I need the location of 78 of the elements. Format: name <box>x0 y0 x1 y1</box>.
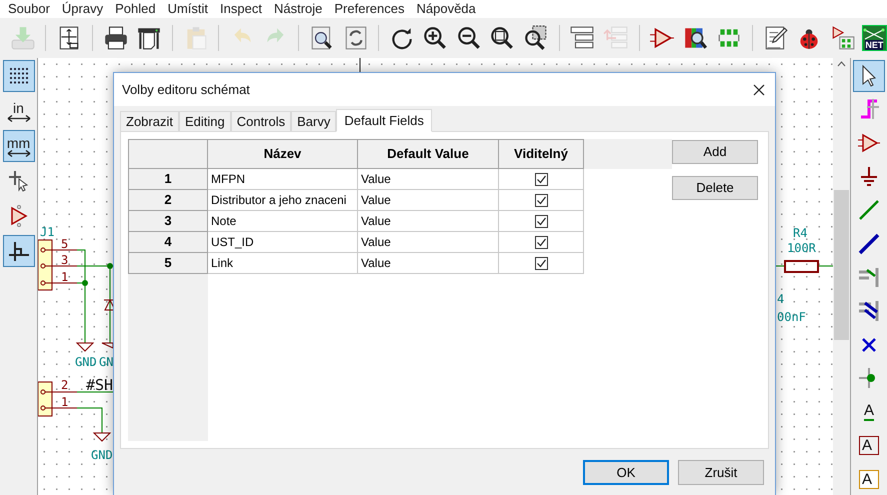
zoom-selection-icon[interactable] <box>522 25 549 51</box>
dialog-button[interactable]: OK <box>583 460 669 485</box>
edit-document-icon[interactable] <box>762 25 789 51</box>
reference-label: R4 <box>793 226 808 240</box>
reference-label: GND <box>91 448 113 462</box>
dialog-title: Volby editoru schémat <box>122 80 250 99</box>
row-header[interactable]: 3 <box>128 211 208 232</box>
printer-icon[interactable] <box>102 25 129 51</box>
zoom-fit-icon[interactable] <box>489 25 516 51</box>
cursor-icon[interactable] <box>853 60 885 92</box>
net-label: #SH <box>86 376 114 394</box>
tab[interactable]: Zobrazit <box>120 111 179 131</box>
table-cell: Distributor a jeho znaceni <box>208 190 358 211</box>
dialog-button[interactable]: Zrušit <box>678 460 764 485</box>
reference-label: 4 <box>777 292 784 306</box>
table-cell: UST_ID <box>208 232 358 253</box>
tab[interactable]: Barvy <box>291 111 336 131</box>
table-cell: Value <box>358 253 499 274</box>
mm-units-icon[interactable]: mm <box>2 130 34 162</box>
reference-label: 00nF <box>777 310 806 324</box>
connector-symbol <box>38 240 78 290</box>
pin-number: 3 <box>61 253 68 267</box>
grid-icon[interactable] <box>2 60 34 92</box>
reference-label: GND <box>75 355 97 369</box>
tab[interactable]: Editing <box>178 111 231 131</box>
menu-item[interactable]: Inspect <box>214 0 268 19</box>
menu-item[interactable]: Soubor <box>2 0 56 19</box>
checkbox[interactable] <box>534 172 548 186</box>
table-cell: Note <box>208 211 358 232</box>
checkbox[interactable] <box>534 236 548 248</box>
menu-item[interactable]: Nástroje <box>268 0 328 19</box>
zoom-out-icon[interactable] <box>456 25 482 51</box>
hierarchy-icon[interactable] <box>569 25 596 51</box>
zoom-in-icon[interactable] <box>422 25 448 51</box>
dialog-button[interactable]: Delete <box>672 176 758 200</box>
wire-angle-icon[interactable] <box>2 235 34 267</box>
row-header[interactable]: 4 <box>128 232 208 253</box>
table-cell: Value <box>358 211 499 232</box>
scroll-up-icon[interactable] <box>837 61 846 67</box>
menu-item[interactable]: Úpravy <box>56 0 110 19</box>
table-cell: MFPN <box>208 169 358 190</box>
menu-item[interactable]: Umístit <box>162 0 214 19</box>
scrollbar-thumb[interactable] <box>834 190 849 340</box>
pin-number: 1 <box>61 270 68 284</box>
tab[interactable]: Controls <box>230 111 292 131</box>
menu-item[interactable]: Preferences <box>328 0 410 19</box>
resistor-symbol <box>776 260 833 273</box>
row-header[interactable]: 2 <box>128 190 208 211</box>
pin-number: 5 <box>61 237 68 251</box>
table-cell: Value <box>358 232 499 253</box>
ground-symbol <box>92 432 112 442</box>
close-icon[interactable] <box>753 84 765 96</box>
symbol-footprint-icon[interactable] <box>830 25 856 51</box>
pin-number: 1 <box>61 395 68 409</box>
reference-label: 100R <box>787 241 816 255</box>
table-cell: Value <box>358 190 499 211</box>
reference-label: GN <box>99 355 114 369</box>
column-header[interactable]: Default Value <box>358 139 499 169</box>
column-header[interactable]: Viditelný <box>499 139 584 169</box>
wire-line <box>76 392 114 434</box>
checkbox[interactable] <box>534 214 548 228</box>
tab[interactable]: Default Fields <box>336 109 432 132</box>
netlist-icon[interactable]: NET <box>862 25 887 51</box>
symbol-icon[interactable] <box>649 25 676 51</box>
checkbox[interactable] <box>534 256 548 270</box>
checkbox[interactable] <box>534 194 548 206</box>
table-cell: Value <box>358 169 499 190</box>
menu-item[interactable]: Pohled <box>109 0 162 19</box>
connector-symbol <box>38 382 78 416</box>
table-cell: Link <box>208 253 358 274</box>
reference-label: J1 <box>40 225 54 239</box>
row-header[interactable]: 5 <box>128 253 208 274</box>
menu-item[interactable]: Nápověda <box>410 0 482 19</box>
pin-number: 2 <box>61 378 68 392</box>
row-header[interactable]: 1 <box>128 169 208 190</box>
column-header[interactable]: Název <box>208 139 358 169</box>
find-replace-icon[interactable] <box>342 25 369 51</box>
dialog-button[interactable]: Add <box>672 140 758 164</box>
